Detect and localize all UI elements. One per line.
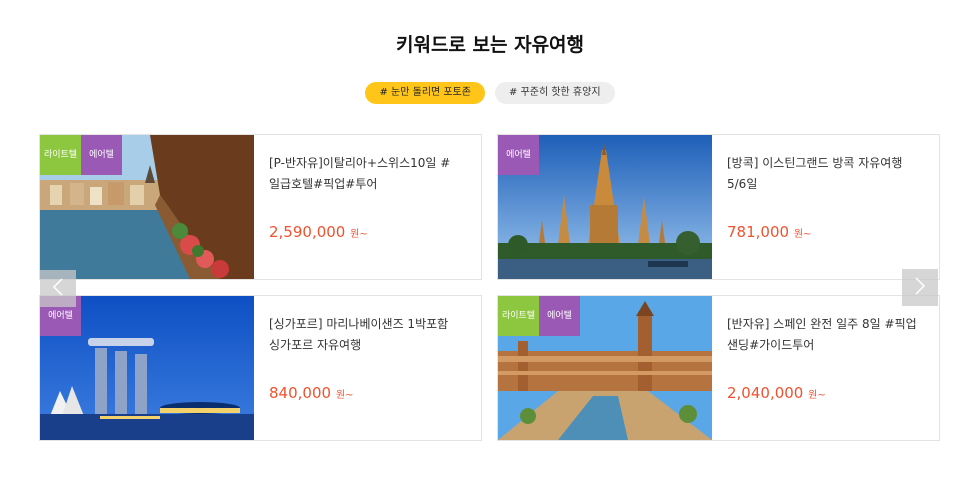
badge-airtel: 에어텔 (81, 135, 122, 175)
product-price: 781,000 원~ (727, 223, 811, 241)
price-unit: 원~ (808, 390, 826, 401)
badge-group: 라이트텔 에어텔 (40, 135, 122, 175)
product-title[interactable]: [방콕] 이스틴그랜드 방콕 자유여행 5/6일 (727, 153, 917, 195)
section-title: 키워드로 보는 자유여행 (395, 34, 585, 56)
price-value: 2,590,000 (269, 223, 346, 241)
keyword-tabs: # 눈만 돌리면 포토존 # 꾸준히 핫한 휴양지 (0, 82, 980, 104)
badge-litetel: 라이트텔 (498, 296, 539, 336)
product-card[interactable]: 라이트텔 에어텔 [P-반자유]이탈리아+스위스10일 #일급호텔#픽업#투어 … (39, 134, 482, 280)
badge-group: 에어텔 (498, 135, 539, 175)
product-price: 2,590,000 원~ (269, 223, 368, 241)
badge-airtel: 에어텔 (498, 135, 539, 175)
price-value: 2,040,000 (727, 384, 804, 402)
price-unit: 원~ (793, 229, 812, 240)
badge-group: 라이트텔 에어텔 (498, 296, 580, 336)
price-value: 840,000 (269, 384, 332, 402)
price-unit: 원~ (335, 390, 354, 401)
price-unit: 원~ (350, 229, 368, 240)
product-title[interactable]: [싱가포르] 마리나베이샌즈 1박포함 싱가포르 자유여행 (269, 314, 459, 356)
product-card[interactable]: 라이트텔 에어텔 [반자유] 스페인 완전 일주 8일 #픽업샌딩#가이드투어 … (497, 295, 940, 441)
product-price: 2,040,000 원~ (727, 384, 826, 402)
product-title[interactable]: [반자유] 스페인 완전 일주 8일 #픽업샌딩#가이드투어 (727, 314, 917, 356)
product-title[interactable]: [P-반자유]이탈리아+스위스10일 #일급호텔#픽업#투어 (269, 153, 459, 195)
product-card[interactable]: 에어텔 [싱가포르] 마리나베이샌즈 1박포함 싱가포르 자유여행 840,00… (39, 295, 482, 441)
chevron-right-icon (913, 276, 927, 300)
prev-arrow-button[interactable] (40, 270, 76, 307)
chevron-left-icon (51, 277, 65, 301)
tab-photo-zone[interactable]: # 눈만 돌리면 포토존 (365, 82, 485, 104)
badge-airtel: 에어텔 (539, 296, 580, 336)
product-price: 840,000 원~ (269, 384, 353, 402)
price-value: 781,000 (727, 223, 790, 241)
tab-resort[interactable]: # 꾸준히 핫한 휴양지 (495, 82, 615, 104)
product-card[interactable]: 에어텔 [방콕] 이스틴그랜드 방콕 자유여행 5/6일 781,000 원~ (497, 134, 940, 280)
badge-litetel: 라이트텔 (40, 135, 81, 175)
next-arrow-button[interactable] (902, 269, 938, 306)
